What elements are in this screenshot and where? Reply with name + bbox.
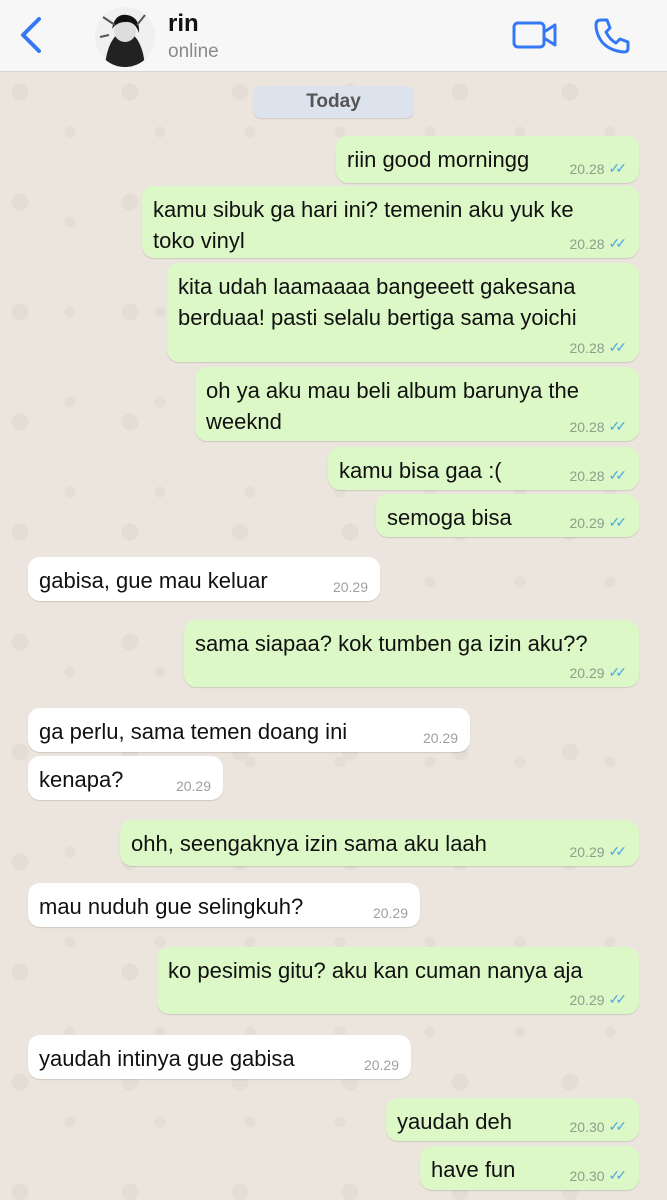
date-separator: Today [253, 86, 414, 118]
message-time: 20.30 [569, 1167, 605, 1184]
message-time: 20.29 [569, 514, 605, 531]
chat-header: rin online [0, 0, 667, 72]
double-check-icon: ✓✓ [608, 514, 628, 530]
contact-status: online [168, 41, 219, 62]
message-text: kamu sibuk ga hari ini? temenin aku yuk … [153, 197, 574, 253]
message-time: 20.29 [332, 579, 368, 595]
voice-call-button[interactable] [592, 16, 632, 56]
double-check-icon: ✓✓ [608, 418, 628, 434]
double-check-icon: ✓✓ [608, 843, 628, 859]
video-call-button[interactable] [512, 18, 558, 52]
avatar-image [95, 7, 155, 67]
double-check-icon: ✓✓ [608, 235, 628, 251]
video-camera-icon [512, 21, 557, 49]
message-outgoing[interactable]: kamu bisa gaa :( 20.28 ✓✓ [328, 447, 639, 490]
back-button[interactable] [14, 14, 48, 56]
double-check-icon: ✓✓ [608, 664, 628, 680]
message-outgoing[interactable]: kita udah laamaaaa bangeeett gakesana be… [167, 263, 639, 362]
message-incoming[interactable]: kenapa? 20.29 [28, 756, 223, 800]
message-outgoing[interactable]: kamu sibuk ga hari ini? temenin aku yuk … [142, 186, 639, 258]
message-text: gabisa, gue mau keluar [39, 568, 268, 593]
message-outgoing[interactable]: oh ya aku mau beli album barunya the wee… [195, 367, 639, 441]
message-text: ko pesimis gitu? aku kan cuman nanya aja [168, 958, 583, 983]
message-text: mau nuduh gue selingkuh? [39, 894, 304, 919]
message-incoming[interactable]: yaudah intinya gue gabisa 20.29 [28, 1035, 411, 1079]
message-text: ohh, seengaknya izin sama aku laah [131, 831, 487, 856]
phone-icon [594, 18, 630, 54]
message-text: oh ya aku mau beli album barunya the wee… [206, 378, 580, 434]
double-check-icon: ✓✓ [608, 991, 628, 1007]
avatar[interactable] [95, 7, 155, 67]
message-time: 20.29 [569, 991, 605, 1008]
message-incoming[interactable]: ga perlu, sama temen doang ini 20.29 [28, 708, 470, 752]
message-time: 20.28 [569, 418, 605, 435]
message-time: 20.29 [569, 843, 605, 860]
message-outgoing[interactable]: yaudah deh 20.30 ✓✓ [386, 1098, 639, 1141]
message-outgoing[interactable]: ohh, seengaknya izin sama aku laah 20.29… [120, 820, 639, 866]
double-check-icon: ✓✓ [608, 467, 628, 483]
message-time: 20.29 [372, 905, 408, 921]
chevron-left-icon [21, 17, 41, 53]
message-outgoing[interactable]: riin good morningg 20.28 ✓✓ [336, 136, 639, 183]
message-outgoing[interactable]: sama siapaa? kok tumben ga izin aku?? 20… [184, 620, 639, 687]
double-check-icon: ✓✓ [608, 160, 628, 176]
message-incoming[interactable]: gabisa, gue mau keluar 20.29 [28, 557, 380, 601]
message-text: sama siapaa? kok tumben ga izin aku?? [195, 631, 588, 656]
message-outgoing[interactable]: semoga bisa 20.29 ✓✓ [376, 494, 639, 537]
message-time: 20.29 [175, 778, 211, 794]
message-time: 20.28 [569, 235, 605, 252]
message-time: 20.28 [569, 160, 605, 177]
message-outgoing[interactable]: have fun 20.30 ✓✓ [420, 1146, 639, 1190]
message-outgoing[interactable]: ko pesimis gitu? aku kan cuman nanya aja… [157, 947, 639, 1014]
message-time: 20.29 [569, 664, 605, 681]
message-time: 20.29 [363, 1057, 399, 1073]
message-text: ga perlu, sama temen doang ini [39, 719, 348, 744]
chat-area[interactable]: Today riin good morningg 20.28 ✓✓ kamu si… [0, 72, 667, 1200]
message-text: yaudah intinya gue gabisa [39, 1046, 295, 1071]
message-time: 20.30 [569, 1118, 605, 1135]
message-incoming[interactable]: mau nuduh gue selingkuh? 20.29 [28, 883, 420, 927]
double-check-icon: ✓✓ [608, 1118, 628, 1134]
double-check-icon: ✓✓ [608, 1167, 628, 1183]
message-text: kita udah laamaaaa bangeeett gakesana be… [178, 274, 577, 330]
message-time: 20.29 [422, 730, 458, 746]
double-check-icon: ✓✓ [608, 339, 628, 355]
message-time: 20.28 [569, 467, 605, 484]
message-time: 20.28 [569, 339, 605, 356]
contact-name[interactable]: rin [168, 10, 199, 38]
